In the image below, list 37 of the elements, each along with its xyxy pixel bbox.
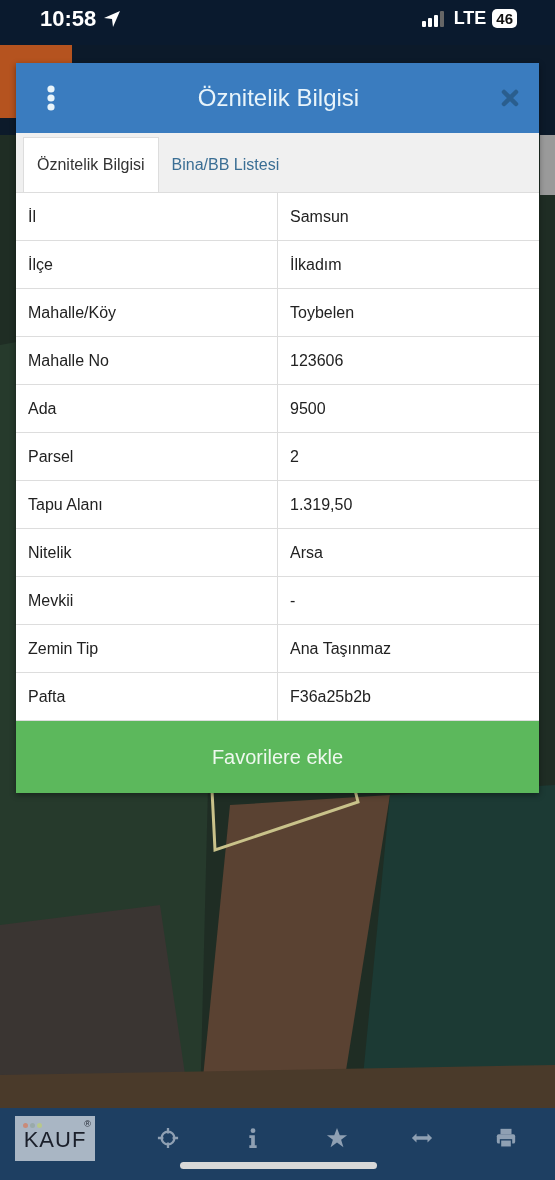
table-cell: 2	[277, 433, 539, 480]
table-cell-text: Ada	[27, 398, 58, 419]
table-cell: Ana Taşınmaz	[277, 625, 539, 672]
signal-icon	[421, 10, 446, 27]
table-cell-text: İlçe	[27, 254, 54, 275]
table-cell-text: Mevkii	[27, 590, 75, 611]
table-cell-text: Parsel	[27, 446, 75, 467]
tab[interactable]: Bina/BB Listesi	[158, 138, 293, 192]
tab[interactable]: Öznitelik Bilgisi	[23, 137, 159, 192]
star-icon[interactable]	[326, 1127, 349, 1149]
table-cell-text: Nitelik	[27, 542, 73, 563]
table-cell: 1.319,50	[277, 481, 539, 528]
table-cell: 9500	[277, 385, 539, 432]
table-cell: Arsa	[277, 529, 539, 576]
table-cell-text: Tapu Alanı	[27, 494, 104, 515]
table-cell: -	[277, 577, 539, 624]
clock-time: 10:58	[40, 5, 97, 32]
network-label: LTE	[453, 8, 487, 29]
logo[interactable]: KAUF ®	[15, 1115, 95, 1161]
table-cell-text: Zemin Tip	[27, 638, 100, 659]
table-cell-text: İl	[27, 206, 37, 227]
table-cell: İlkadım	[277, 241, 539, 288]
table-cell: 123606	[277, 337, 539, 384]
table-cell: F36a25b2b	[277, 673, 539, 720]
crosshair-icon[interactable]	[157, 1127, 180, 1149]
table-cell: Toybelen	[277, 289, 539, 336]
battery-indicator: 46	[492, 9, 517, 28]
table-cell-text: Pafta	[27, 686, 67, 707]
location-arrow-icon	[102, 8, 123, 29]
table-cell: Samsun	[277, 193, 539, 240]
printer-icon[interactable]	[494, 1127, 517, 1149]
logo-text: KAUF	[23, 1127, 87, 1153]
table-cell-text: Mahalle/Köy	[27, 302, 118, 323]
more-options-icon[interactable]	[46, 85, 56, 111]
table-cell-text: Mahalle No	[27, 350, 110, 371]
dialog-title: Öznitelik Bilgisi	[196, 84, 361, 112]
registered-mark: ®	[84, 1118, 91, 1129]
